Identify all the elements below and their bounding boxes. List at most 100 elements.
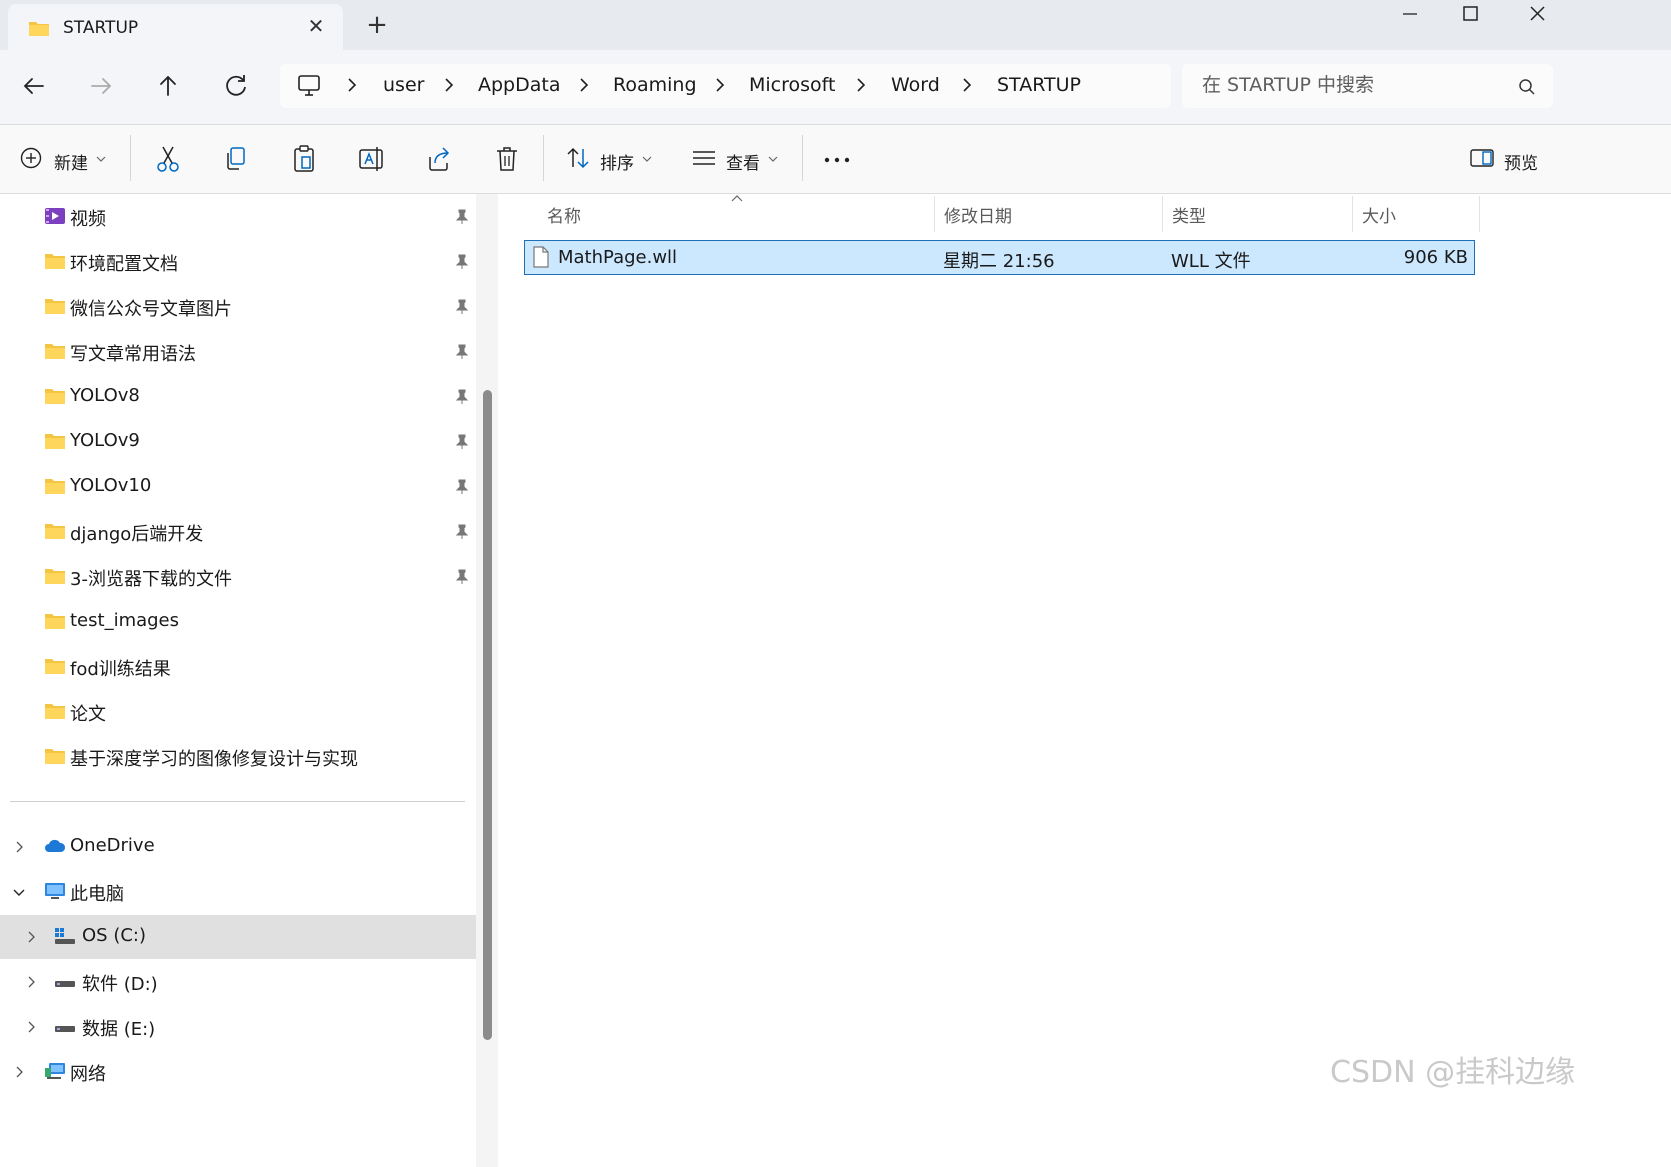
view-button[interactable]: 查看 [692,143,788,175]
pin-icon[interactable] [455,524,469,540]
folder-icon [45,389,65,404]
close-window-icon[interactable] [1507,0,1567,34]
sidebar-item-folder[interactable]: YOLOv10 [0,465,476,509]
chevron-down-icon[interactable] [12,885,26,899]
pin-icon[interactable] [455,569,469,585]
chevron-right-icon[interactable] [24,975,38,989]
sidebar-item-folder[interactable]: 3-浏览器下载的文件 [0,555,476,599]
chevron-right-icon[interactable] [347,77,357,93]
chevron-right-icon[interactable] [856,77,866,93]
crumb-startup[interactable]: STARTUP [997,74,1081,96]
sort-arrows-icon [567,147,589,169]
address-bar[interactable]: user AppData Roaming Microsoft Word STAR… [280,64,1171,108]
sidebar-item-onedrive[interactable]: OneDrive [0,825,476,869]
sidebar-item-folder[interactable]: YOLOv8 [0,375,476,419]
new-button[interactable]: 新建 [20,143,110,175]
sidebar-item-folder[interactable]: 环境配置文档 [0,240,476,284]
search-icon[interactable] [1518,78,1536,96]
crumb-word[interactable]: Word [891,74,940,96]
copy-icon[interactable] [222,143,250,175]
column-divider[interactable] [1352,196,1353,232]
forward-arrow-icon[interactable] [81,66,121,106]
more-options-icon[interactable] [822,143,852,175]
chevron-down-icon [768,156,778,162]
sidebar-divider [10,801,465,802]
share-icon[interactable] [425,143,453,175]
chevron-right-icon[interactable] [444,77,454,93]
column-header-modified[interactable]: 修改日期 [944,202,1012,227]
minimize-icon[interactable] [1380,0,1440,34]
sidebar-item-folder[interactable]: test_images [0,600,476,644]
crumb-user[interactable]: user [383,74,424,96]
back-arrow-icon[interactable] [14,66,54,106]
sidebar-item-folder[interactable]: 写文章常用语法 [0,330,476,374]
sidebar-item-folder[interactable]: YOLOv9 [0,420,476,464]
up-arrow-icon[interactable] [148,66,188,106]
title-bar: STARTUP ✕ + [0,0,1671,50]
windows-drive-icon [55,928,75,944]
chevron-right-icon[interactable] [715,77,725,93]
crumb-microsoft[interactable]: Microsoft [749,74,835,96]
chevron-right-icon[interactable] [12,840,26,854]
crumb-appdata[interactable]: AppData [478,74,561,96]
sidebar-item-folder[interactable]: fod训练结果 [0,645,476,689]
sidebar-item-this-pc[interactable]: 此电脑 [0,870,476,914]
sort-label: 排序 [600,154,634,174]
sidebar-item-folder[interactable]: 微信公众号文章图片 [0,285,476,329]
new-label: 新建 [54,154,88,174]
search-box[interactable] [1182,64,1553,108]
pin-icon[interactable] [455,479,469,495]
new-tab-button[interactable]: + [364,10,390,40]
column-header-size[interactable]: 大小 [1362,202,1396,227]
pin-icon[interactable] [455,209,469,225]
chevron-down-icon [96,156,106,162]
pin-icon[interactable] [455,389,469,405]
column-header-type[interactable]: 类型 [1172,202,1206,227]
sidebar-item-drive-c[interactable]: OS (C:) [0,915,476,959]
search-input[interactable] [1202,74,1502,96]
sidebar-item-drive-e[interactable]: 数据 (E:) [0,1005,476,1049]
folder-icon [45,434,65,449]
sidebar-item-network[interactable]: 网络 [0,1050,476,1094]
column-divider[interactable] [1162,196,1163,232]
file-row[interactable]: MathPage.wll 星期二 21:56 WLL 文件 906 KB [524,240,1475,275]
refresh-icon[interactable] [216,66,256,106]
sidebar-item-folder[interactable]: 论文 [0,690,476,734]
sidebar-item-label: 数据 (E:) [82,1019,156,1040]
rename-icon[interactable] [357,143,385,175]
tab-startup[interactable]: STARTUP ✕ [8,4,343,50]
maximize-icon[interactable] [1440,0,1500,34]
sidebar-item-drive-d[interactable]: 软件 (D:) [0,960,476,1004]
sidebar-item-videos[interactable]: 视频 [0,195,476,239]
sidebar-item-folder[interactable]: 基于深度学习的图像修复设计与实现 [0,735,476,779]
column-divider[interactable] [934,196,935,232]
chevron-right-icon[interactable] [24,1020,38,1034]
cut-icon[interactable] [154,143,182,175]
chevron-right-icon[interactable] [24,930,38,944]
sidebar-item-label: 软件 (D:) [82,974,158,995]
column-header-name[interactable]: 名称 [547,202,581,227]
pin-icon[interactable] [455,299,469,315]
folder-icon [45,749,65,764]
chevron-right-icon[interactable] [579,77,589,93]
delete-icon[interactable] [493,143,521,175]
sidebar-item-label: YOLOv8 [70,385,140,406]
sidebar-scrollbar-thumb[interactable] [483,390,492,1040]
column-divider[interactable] [1479,196,1480,232]
sidebar-item-label: 3-浏览器下载的文件 [70,569,232,590]
paste-icon[interactable] [290,143,318,175]
pin-icon[interactable] [455,254,469,270]
sidebar-item-label: fod训练结果 [70,659,171,680]
pin-icon[interactable] [455,434,469,450]
preview-button[interactable]: 预览 [1470,143,1550,175]
folder-icon [45,614,65,629]
folder-icon [45,704,65,719]
sort-button[interactable]: 排序 [566,143,662,175]
chevron-right-icon[interactable] [12,1065,26,1079]
sidebar-item-label: OS (C:) [82,925,146,946]
crumb-roaming[interactable]: Roaming [613,74,697,96]
sidebar-item-folder[interactable]: django后端开发 [0,510,476,554]
chevron-right-icon[interactable] [962,77,972,93]
close-tab-icon[interactable]: ✕ [304,14,328,38]
pin-icon[interactable] [455,344,469,360]
